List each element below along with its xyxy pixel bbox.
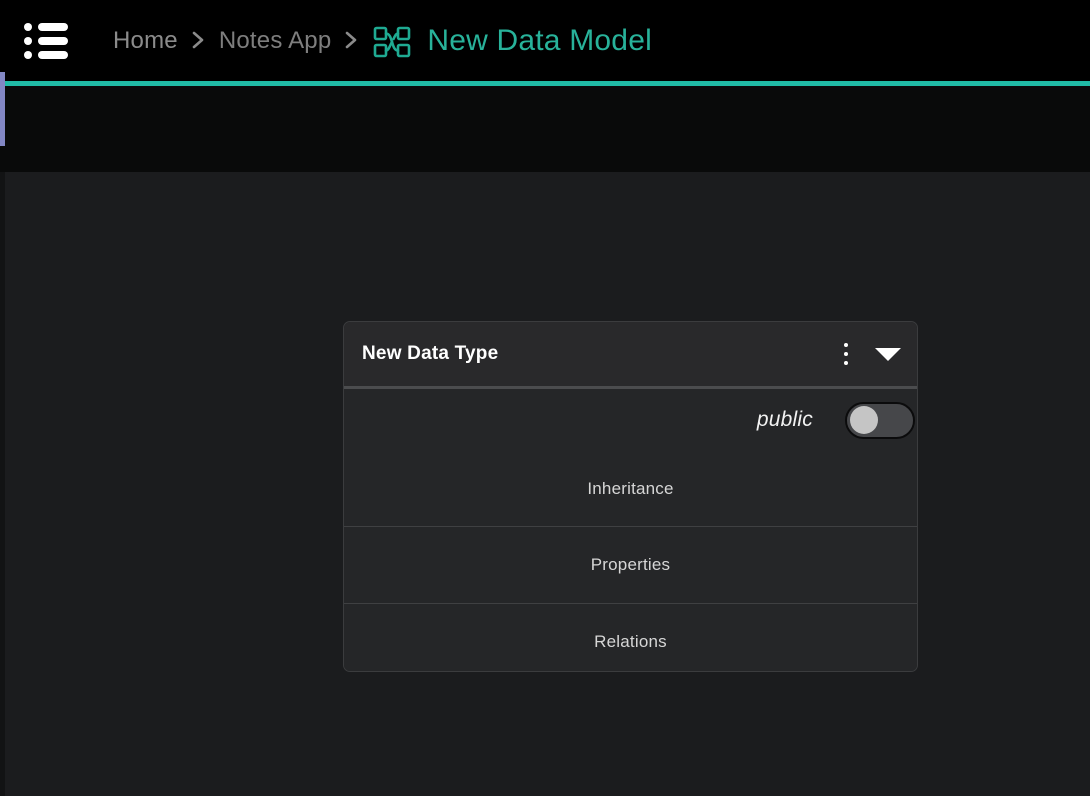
diagram-canvas[interactable]: New Data Type public (0, 172, 1090, 796)
top-bar: Home Notes App (0, 0, 1090, 81)
menu-icon-row (24, 50, 70, 59)
section-label: Properties (591, 555, 670, 575)
breadcrumb-separator (192, 30, 205, 50)
breadcrumb-item-notes-app[interactable]: Notes App (219, 27, 332, 55)
menu-icon-row (24, 36, 70, 45)
menu-icon-row (24, 22, 70, 31)
kebab-dot (844, 352, 848, 356)
data-type-node-card[interactable]: New Data Type public (343, 321, 918, 672)
menu-icon-bar (38, 23, 68, 31)
kebab-menu-icon[interactable] (833, 337, 859, 371)
page-title: New Data Model (427, 24, 652, 58)
node-card-title: New Data Type (362, 343, 498, 365)
toggle-knob (850, 406, 878, 434)
caret-down-icon[interactable] (859, 334, 917, 374)
section-row-properties[interactable]: Properties (344, 526, 917, 603)
canvas-left-gutter (0, 172, 5, 796)
menu-icon-dot (24, 51, 32, 59)
node-card-header[interactable]: New Data Type (344, 322, 917, 386)
list-menu-icon[interactable] (24, 20, 70, 62)
visibility-label: public (757, 408, 813, 432)
kebab-dot (844, 343, 848, 347)
menu-icon-bar (38, 51, 68, 59)
data-model-icon (372, 24, 412, 60)
visibility-toggle[interactable] (845, 402, 915, 439)
node-card-header-actions (833, 322, 917, 386)
caret-down-triangle (875, 348, 901, 361)
active-rail-indicator (0, 72, 5, 146)
kebab-dot (844, 361, 848, 365)
breadcrumb-item-home[interactable]: Home (113, 27, 178, 55)
sub-header-band (0, 86, 1090, 172)
section-label: Relations (594, 632, 667, 652)
breadcrumb: Home Notes App (113, 0, 652, 81)
menu-icon-dot (24, 23, 32, 31)
section-row-relations[interactable]: Relations (344, 603, 917, 672)
section-row-inheritance[interactable]: Inheritance (344, 451, 917, 526)
app-root: Home Notes App (0, 0, 1090, 796)
section-label: Inheritance (587, 479, 673, 499)
menu-icon-dot (24, 37, 32, 45)
menu-icon-bar (38, 37, 68, 45)
breadcrumb-separator (345, 30, 358, 50)
visibility-row: public (344, 389, 917, 451)
